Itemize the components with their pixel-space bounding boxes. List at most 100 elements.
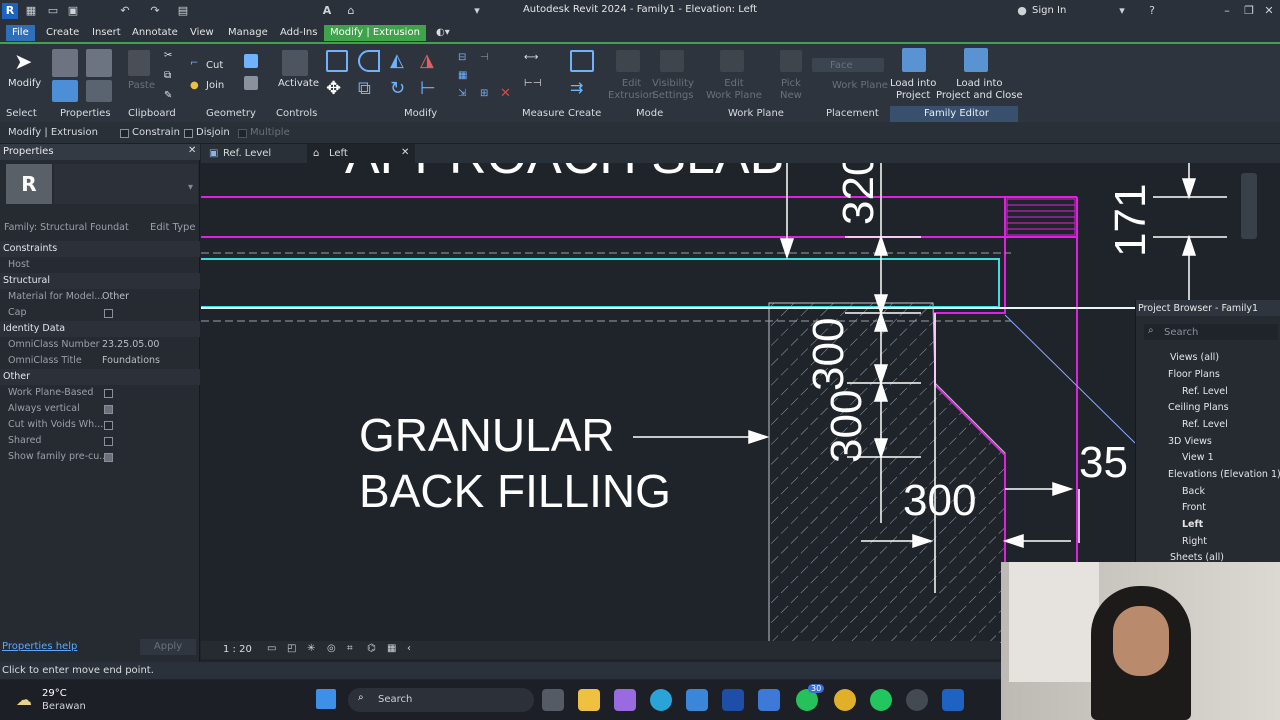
tree-right[interactable]: Right: [1182, 536, 1207, 547]
tree-3d-views[interactable]: 3D Views: [1168, 436, 1212, 447]
delete-icon[interactable]: ✕: [500, 87, 511, 100]
obs-icon[interactable]: [906, 689, 928, 711]
taskbar-search-label[interactable]: Search: [378, 694, 412, 705]
load-into-project-button[interactable]: Load into Project: [890, 78, 936, 102]
create-group-icon[interactable]: ⇉: [570, 78, 594, 100]
menu-create[interactable]: Create: [40, 25, 85, 41]
section-structural[interactable]: Structural: [0, 273, 200, 289]
type-selector-bg[interactable]: [54, 164, 198, 204]
group-select[interactable]: Select: [6, 108, 37, 119]
tree-cp-ref-level[interactable]: Ref. Level: [1182, 419, 1228, 430]
split-face-icon[interactable]: [244, 76, 258, 90]
weather-temp[interactable]: 29°C: [42, 688, 67, 699]
crop-icon[interactable]: ⌗: [347, 643, 353, 654]
edit-type-button[interactable]: Edit Type: [150, 222, 196, 233]
sign-in-link[interactable]: Sign In: [1032, 5, 1066, 16]
store-icon[interactable]: [686, 689, 708, 711]
activate-button[interactable]: Activate: [278, 78, 319, 90]
menu-insert[interactable]: Insert: [86, 25, 127, 41]
tree-back[interactable]: Back: [1182, 486, 1205, 497]
temp-hide-icon[interactable]: ▦: [387, 643, 396, 654]
modify-cursor-icon[interactable]: ➤: [14, 50, 34, 75]
geometry-icon[interactable]: [244, 54, 258, 68]
copy-icon[interactable]: ⧉: [164, 70, 171, 82]
mirror-pick-icon[interactable]: ◭: [390, 50, 412, 72]
tree-elevations[interactable]: Elevations (Elevation 1): [1168, 469, 1280, 480]
visual-style-icon[interactable]: ◰: [287, 643, 296, 654]
detail-level-icon[interactable]: ▭: [267, 643, 276, 654]
prop-work-plane-based[interactable]: Work Plane-Based: [0, 385, 200, 401]
prop-material[interactable]: Material for Model... Other: [0, 289, 200, 305]
tree-fp-ref-level[interactable]: Ref. Level: [1182, 386, 1228, 397]
trim-icon[interactable]: ⊢: [420, 78, 442, 100]
load-into-project-close-button[interactable]: Load into Project and Close: [936, 78, 1023, 102]
revit-taskbar-icon[interactable]: [942, 689, 964, 711]
section-constraints[interactable]: Constraints: [0, 241, 200, 257]
tree-views-all[interactable]: Views (all): [1170, 352, 1219, 363]
minimize-icon[interactable]: –: [1220, 4, 1234, 18]
hide-icon[interactable]: ⌬: [367, 643, 376, 654]
maximize-icon[interactable]: ❐: [1242, 4, 1256, 18]
properties-icon[interactable]: [52, 80, 78, 102]
activate-icon[interactable]: [282, 50, 308, 76]
chrome-icon[interactable]: [834, 689, 856, 711]
copy-element-icon[interactable]: ⧉: [358, 78, 380, 100]
menu-manage[interactable]: Manage: [222, 25, 274, 41]
tree-front[interactable]: Front: [1182, 502, 1206, 513]
align-icon[interactable]: [326, 50, 348, 72]
type-selector[interactable]: Family: Structural Foundat: [4, 222, 129, 233]
type-properties-icon[interactable]: [52, 49, 78, 77]
pin-icon[interactable]: ⊣: [480, 52, 489, 64]
cut-button[interactable]: Cut: [206, 60, 223, 72]
load-into-project-icon[interactable]: [902, 48, 926, 72]
prop-cut-with-voids[interactable]: Cut with Voids Wh...: [0, 417, 200, 433]
explorer-icon[interactable]: [578, 689, 600, 711]
join-button[interactable]: Join: [206, 80, 224, 92]
taskview-icon[interactable]: [542, 689, 564, 711]
apply-button[interactable]: Apply: [140, 639, 196, 655]
mirror-draw-icon[interactable]: ◮: [420, 50, 442, 72]
cut-scissors-icon[interactable]: ✂: [164, 50, 172, 62]
load-and-close-icon[interactable]: [964, 48, 988, 72]
edge-icon[interactable]: [650, 689, 672, 711]
prop-omniclass-number[interactable]: OmniClass Number 23.25.05.00: [0, 337, 200, 353]
properties-close-icon[interactable]: ✕: [188, 145, 196, 156]
help-icon[interactable]: ?: [1145, 4, 1159, 18]
view-toggle-icon[interactable]: ◐▾: [436, 27, 450, 38]
scale-icon[interactable]: ⇲: [458, 88, 466, 100]
cope-icon[interactable]: ⌐: [190, 58, 198, 70]
menu-view[interactable]: View: [184, 25, 220, 41]
browser-search-input[interactable]: Search: [1164, 327, 1198, 338]
split-icon[interactable]: ⊟: [458, 52, 466, 64]
array-icon[interactable]: ▦: [458, 70, 467, 82]
sun-path-icon[interactable]: ✳: [307, 643, 315, 654]
tab-close-icon[interactable]: ✕: [401, 147, 409, 158]
menu-annotate[interactable]: Annotate: [126, 25, 184, 41]
app-l-icon[interactable]: [722, 689, 744, 711]
navigation-bar[interactable]: [1241, 173, 1257, 239]
paste-icon[interactable]: [128, 50, 150, 76]
disjoin-checkbox[interactable]: [184, 129, 193, 138]
collapse-icon[interactable]: ‹: [407, 643, 411, 654]
close-icon[interactable]: ✕: [1262, 4, 1276, 18]
prop-omniclass-title[interactable]: OmniClass Title Foundations: [0, 353, 200, 369]
spotify-icon[interactable]: [870, 689, 892, 711]
menu-modify-extrusion[interactable]: Modify | Extrusion: [324, 25, 426, 41]
rotate-icon[interactable]: ↻: [390, 78, 412, 100]
tree-view-1[interactable]: View 1: [1182, 452, 1214, 463]
modify-button[interactable]: Modify: [8, 78, 41, 90]
match-icon[interactable]: ✎: [164, 90, 172, 102]
paste-button[interactable]: Paste: [128, 80, 155, 92]
windows-start-icon[interactable]: [316, 689, 336, 709]
taskbar-search[interactable]: [348, 688, 534, 712]
constrain-checkbox[interactable]: [120, 129, 129, 138]
move-icon[interactable]: ✥: [326, 78, 348, 100]
family-types-icon[interactable]: [86, 49, 112, 77]
prop-cap[interactable]: Cap: [0, 305, 200, 321]
menu-file[interactable]: File: [6, 25, 35, 41]
prop-always-vertical[interactable]: Always vertical: [0, 401, 200, 417]
shadows-icon[interactable]: ◎: [327, 643, 336, 654]
teams-icon[interactable]: [758, 689, 780, 711]
family-category-icon[interactable]: [86, 80, 112, 102]
dimension-icon[interactable]: ⊢⊣: [524, 78, 541, 90]
